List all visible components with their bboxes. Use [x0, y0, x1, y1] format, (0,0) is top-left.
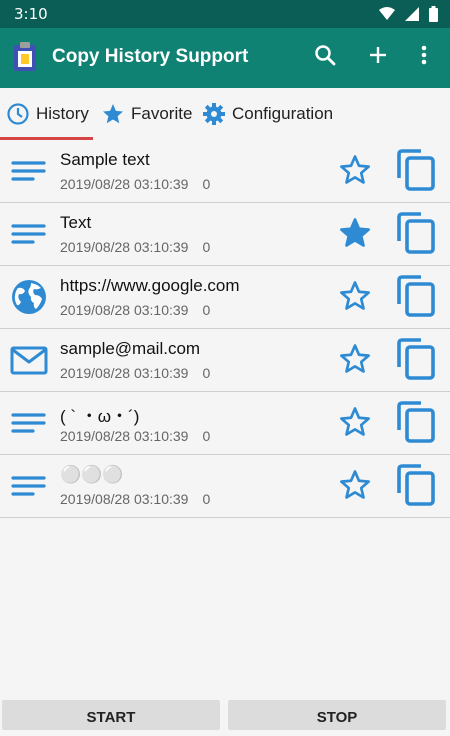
item-date: 2019/08/28 03:10:39 [60, 428, 189, 444]
start-button[interactable]: START [2, 700, 220, 730]
tab-bar: History Favorite Configuration [0, 88, 450, 140]
wifi-icon [379, 7, 395, 20]
copy-icon[interactable] [396, 211, 438, 255]
star-outline-icon[interactable] [338, 279, 372, 313]
text-icon [11, 224, 46, 244]
tab-favorite-label: Favorite [131, 104, 193, 123]
history-list: Sample text 2019/08/28 03:10:39 0 Text 20… [0, 140, 450, 518]
item-count: 0 [202, 365, 211, 381]
tab-favorite[interactable]: Favorite [101, 88, 192, 140]
more-menu-icon[interactable] [420, 44, 428, 66]
status-bar: 3:10 [0, 0, 450, 28]
item-text: ( ` ・ω・´) [60, 407, 140, 426]
tab-history[interactable]: History [6, 88, 89, 140]
star-outline-icon[interactable] [338, 342, 372, 376]
item-text: Sample text [60, 150, 150, 169]
status-icons [379, 6, 438, 22]
list-item[interactable]: https://www.google.com 2019/08/28 03:10:… [0, 266, 450, 329]
list-item[interactable]: sample@mail.com 2019/08/28 03:10:39 0 [0, 329, 450, 392]
item-date: 2019/08/28 03:10:39 [60, 302, 189, 318]
item-meta: 2019/08/28 03:10:39 0 [60, 176, 210, 192]
item-date: 2019/08/28 03:10:39 [60, 491, 189, 507]
bottom-button-bar: START STOP [0, 700, 450, 730]
star-filled-icon[interactable] [338, 216, 372, 250]
item-meta: 2019/08/28 03:10:39 0 [60, 239, 210, 255]
app-bar: Copy History Support [0, 28, 450, 88]
item-date: 2019/08/28 03:10:39 [60, 176, 189, 192]
copy-icon[interactable] [396, 463, 438, 507]
copy-icon[interactable] [396, 148, 438, 192]
item-count: 0 [202, 176, 211, 192]
item-text: ⚪⚪⚪ [60, 465, 124, 484]
mail-icon [10, 346, 48, 375]
list-item[interactable]: ( ` ・ω・´) 2019/08/28 03:10:39 0 [0, 392, 450, 455]
star-icon [103, 104, 123, 124]
list-item[interactable]: Sample text 2019/08/28 03:10:39 0 [0, 140, 450, 203]
status-time: 3:10 [14, 5, 48, 23]
item-meta: 2019/08/28 03:10:39 0 [60, 491, 210, 507]
tab-configuration-label: Configuration [232, 104, 334, 123]
text-icon [11, 161, 46, 181]
clock-icon [7, 103, 29, 125]
add-icon[interactable] [367, 44, 389, 66]
tab-configuration[interactable]: Configuration [202, 88, 333, 140]
star-outline-icon[interactable] [338, 153, 372, 187]
item-date: 2019/08/28 03:10:39 [60, 365, 189, 381]
tab-history-label: History [36, 104, 89, 123]
app-logo-icon [14, 42, 36, 71]
item-meta: 2019/08/28 03:10:39 0 [60, 365, 210, 381]
text-icon [11, 413, 46, 433]
item-text: Text [60, 213, 92, 232]
globe-icon [12, 280, 46, 314]
list-item[interactable]: Text 2019/08/28 03:10:39 0 [0, 203, 450, 266]
list-item[interactable]: ⚪⚪⚪ 2019/08/28 03:10:39 0 [0, 455, 450, 518]
copy-icon[interactable] [396, 274, 438, 318]
item-count: 0 [202, 428, 211, 444]
item-count: 0 [202, 239, 211, 255]
copy-icon[interactable] [396, 400, 438, 444]
item-count: 0 [202, 491, 211, 507]
search-icon[interactable] [314, 44, 336, 66]
signal-icon [405, 7, 419, 21]
copy-icon[interactable] [396, 337, 438, 381]
star-outline-icon[interactable] [338, 468, 372, 502]
stop-button[interactable]: STOP [228, 700, 446, 730]
text-icon [11, 476, 46, 496]
item-text: sample@mail.com [60, 339, 201, 358]
gear-icon [203, 103, 225, 125]
item-text: https://www.google.com [60, 276, 240, 295]
item-meta: 2019/08/28 03:10:39 0 [60, 302, 210, 318]
item-count: 0 [202, 302, 211, 318]
app-title: Copy History Support [52, 46, 249, 67]
item-meta: 2019/08/28 03:10:39 0 [60, 428, 210, 444]
star-outline-icon[interactable] [338, 405, 372, 439]
item-date: 2019/08/28 03:10:39 [60, 239, 189, 255]
battery-icon [429, 6, 438, 22]
